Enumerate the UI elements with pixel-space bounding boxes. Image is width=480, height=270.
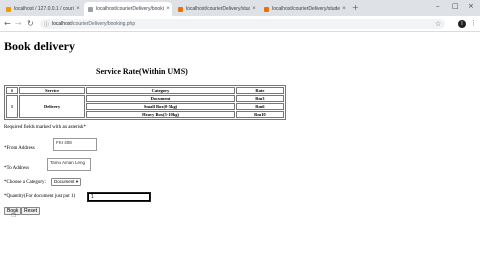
quantity-input[interactable]: 1 xyxy=(87,192,151,202)
reload-icon[interactable]: ↻ xyxy=(27,19,34,29)
rate-cell: Rm3 xyxy=(235,95,284,102)
page-title: Book delivery xyxy=(4,39,75,53)
tab-label: localhost/courierDelivery/stude xyxy=(186,6,250,12)
browser-toolbar: ← → ↻ ⓘ localhost /courierDelivery/booki… xyxy=(0,16,480,32)
tab-close-icon[interactable]: × xyxy=(74,6,82,12)
category-cell: Small Box(0-5kg) xyxy=(86,103,235,110)
tab-close-icon[interactable]: × xyxy=(250,6,258,12)
col-header-rate: Rate xyxy=(235,87,284,94)
browser-tab-booking[interactable]: localhost/courierDelivery/booking × xyxy=(84,2,172,16)
tab-label: localhost / 127.0.0.1 / courier_ser xyxy=(14,6,74,12)
page-content: Book delivery Service Rate(Within UMS) #… xyxy=(0,33,480,270)
site-info-icon[interactable]: ⓘ xyxy=(44,21,49,28)
chevron-down-icon: ▼ xyxy=(75,179,79,184)
to-address-label: *To Address xyxy=(4,166,30,171)
window-close-icon[interactable]: × xyxy=(468,2,474,10)
tab-favicon-icon xyxy=(88,6,93,12)
tab-label: localhost/courierDelivery/stude xyxy=(272,6,340,12)
address-bar[interactable]: ⓘ localhost /courierDelivery/booking.php xyxy=(40,19,445,29)
url-path: /courierDelivery/booking.php xyxy=(71,21,136,27)
forward-icon[interactable]: → xyxy=(15,19,22,29)
required-fields-note: Required fields marked with an asterisk* xyxy=(4,125,87,130)
tab-close-icon[interactable]: × xyxy=(164,6,172,12)
table-row: 1 Delivery Document Rm3 xyxy=(6,95,284,118)
col-header-category: Category xyxy=(86,87,235,94)
url-host: localhost xyxy=(52,21,72,27)
maximize-icon[interactable]: □ xyxy=(452,2,459,10)
browser-menu-icon[interactable]: ⋮ xyxy=(470,19,477,27)
profile-avatar[interactable]: I xyxy=(458,20,466,28)
category-select[interactable]: Document ▼ xyxy=(51,178,81,186)
from-address-textarea[interactable]: FKI 408 xyxy=(53,138,97,151)
back-icon[interactable]: ← xyxy=(4,19,11,29)
rate-cell: Rm10 xyxy=(235,111,284,118)
service-cell: Delivery xyxy=(19,95,86,118)
tab-favicon-icon xyxy=(178,6,183,12)
col-header-service: Service xyxy=(19,87,86,94)
service-rate-title: Service Rate(Within UMS) xyxy=(96,67,188,76)
tab-label: localhost/courierDelivery/booking xyxy=(96,6,164,12)
category-selected-value: Document xyxy=(54,179,75,184)
tab-favicon-icon xyxy=(264,6,269,12)
browser-tab-phpmyadmin[interactable]: localhost / 127.0.0.1 / courier_ser × xyxy=(2,2,82,16)
new-tab-icon[interactable]: + xyxy=(352,3,359,12)
to-address-textarea[interactable]: Tamu Aman Leng xyxy=(47,158,91,171)
browser-tab-strip: localhost / 127.0.0.1 / courier_ser × lo… xyxy=(0,0,480,16)
col-header-number: # xyxy=(6,87,19,94)
row-number-cell: 1 xyxy=(6,95,19,118)
category-cell: Heavy Box(5-10kg) xyxy=(86,111,235,118)
tab-close-icon[interactable]: × xyxy=(340,6,348,12)
service-rate-table: # Service Category Rate 1 Delivery Docum… xyxy=(4,85,286,120)
minimize-icon[interactable]: – xyxy=(436,2,440,10)
quantity-label: *Quantity(For document just put 1) xyxy=(4,194,76,199)
from-address-label: *From Address xyxy=(4,146,35,151)
table-header-row: # Service Category Rate xyxy=(6,87,284,94)
browser-tab-student-2[interactable]: localhost/courierDelivery/stude × xyxy=(260,2,348,16)
tab-favicon-icon xyxy=(6,6,11,12)
rate-cell: Rm6 xyxy=(235,103,284,110)
bookmark-star-icon[interactable]: ☆ xyxy=(435,20,441,28)
browser-tab-student-1[interactable]: localhost/courierDelivery/stude × xyxy=(174,2,258,16)
reset-button[interactable]: Reset xyxy=(21,207,41,215)
mouse-pointer-icon: ☝ xyxy=(11,210,17,220)
category-label: *Choose a Category: xyxy=(4,180,46,185)
category-cell: Document xyxy=(86,95,235,102)
